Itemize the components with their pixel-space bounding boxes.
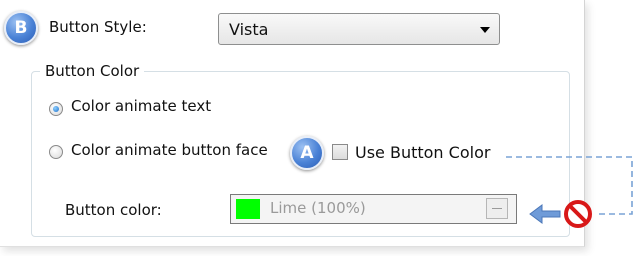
color-picker-button[interactable]: [486, 198, 508, 219]
use-button-color-label[interactable]: Use Button Color: [355, 143, 490, 162]
arrow-left-icon: [529, 204, 561, 224]
no-entry-icon: [564, 200, 592, 228]
use-button-color-checkbox[interactable]: [332, 144, 348, 160]
color-swatch: [236, 199, 260, 219]
button-style-label: Button Style:: [49, 18, 147, 36]
button-style-dropdown[interactable]: Vista: [218, 13, 500, 45]
callout-badge-b: B: [4, 11, 38, 45]
animate-face-radio[interactable]: [49, 145, 63, 159]
animate-text-radio[interactable]: [49, 102, 63, 116]
chevron-down-icon: [480, 27, 490, 33]
callout-badge-a: A: [290, 136, 324, 170]
button-color-label: Button color:: [65, 201, 162, 219]
animate-face-label[interactable]: Color animate button face: [71, 141, 268, 159]
animate-text-label[interactable]: Color animate text: [71, 97, 211, 115]
button-color-value: Lime (100%): [270, 199, 366, 217]
button-style-value: Vista: [229, 20, 269, 39]
group-title: Button Color: [40, 62, 145, 80]
